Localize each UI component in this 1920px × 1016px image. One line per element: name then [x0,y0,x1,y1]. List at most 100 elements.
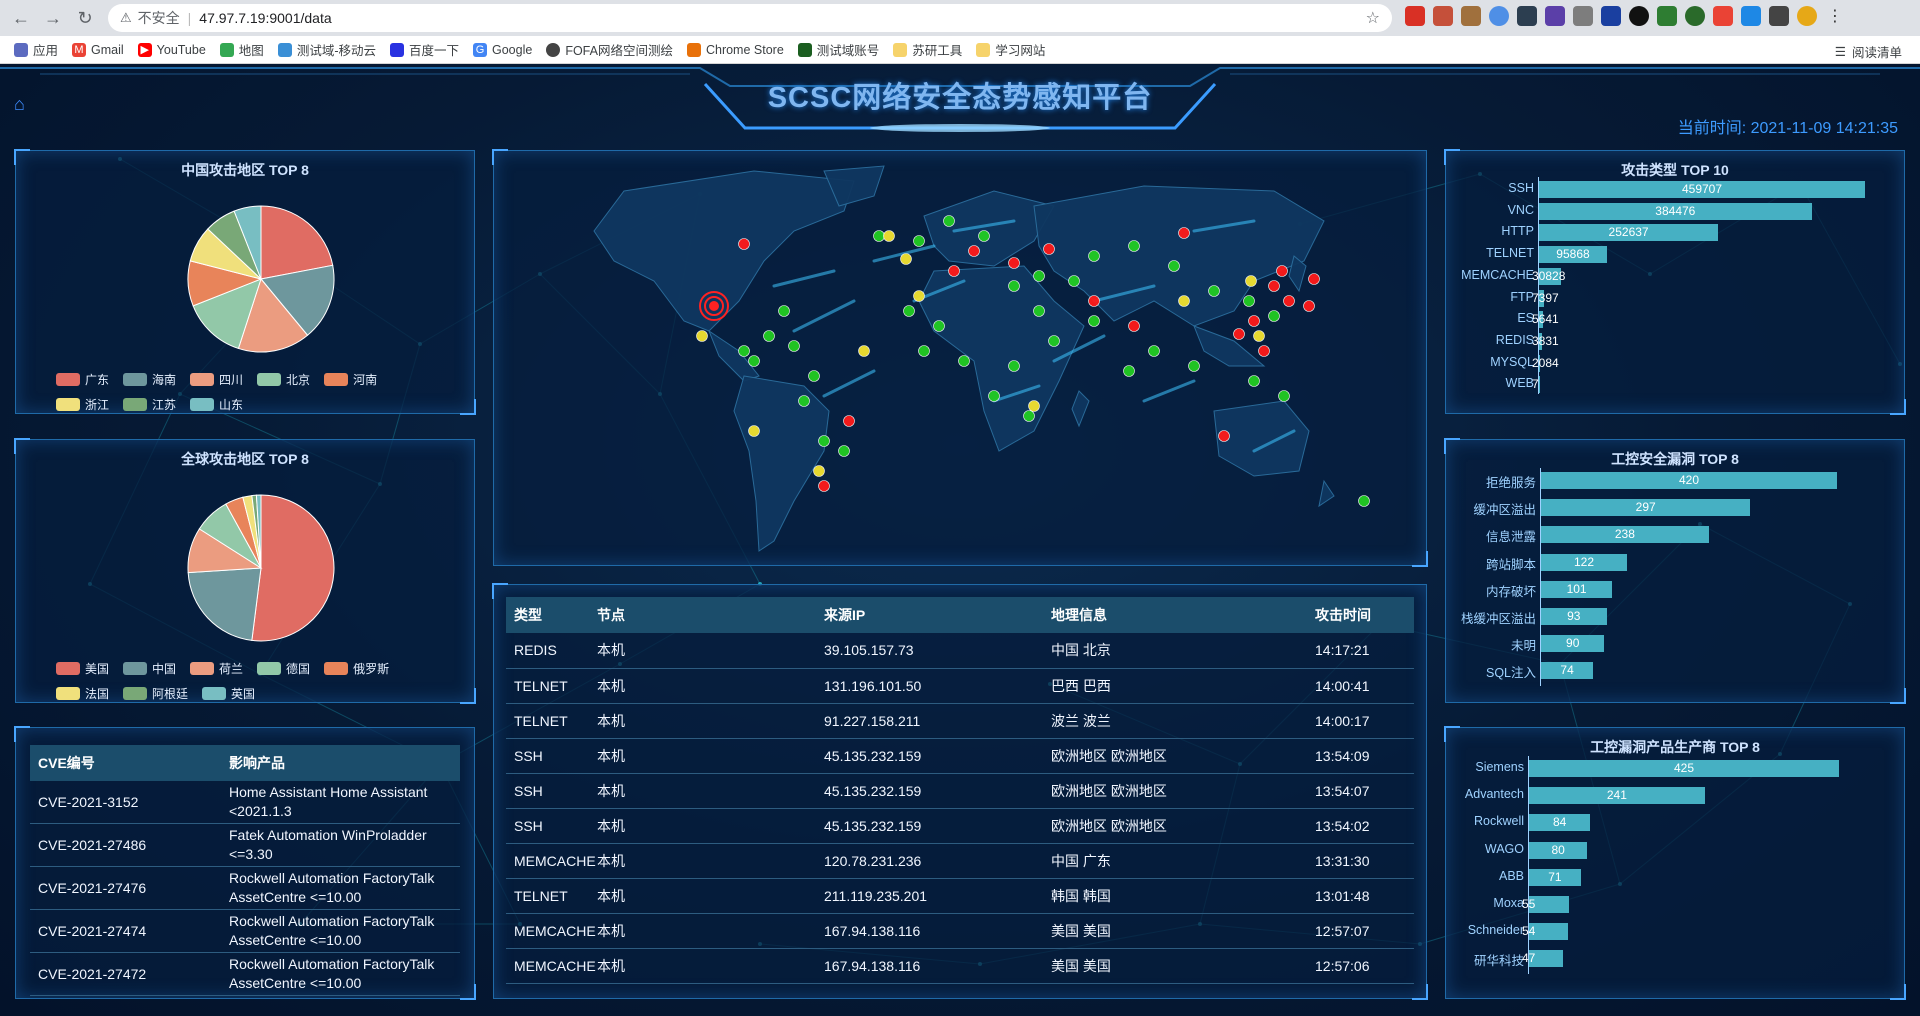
attack-point-low [1033,270,1045,282]
legend-item[interactable]: 德国 [257,660,310,677]
affected-product: Rockwell Automation FactoryTalk AssetCen… [225,952,460,996]
table-row[interactable]: TELNET 本机 131.196.101.50 巴西 巴西 14:00:41 [506,668,1414,704]
bookmark-fofa[interactable]: FOFA网络空间测绘 [546,40,673,59]
table-row[interactable]: CVE-2021-27486 Fatek Automation WinProlad… [30,823,460,867]
attack-point-low [798,395,810,407]
table-header-row: CVE编号 影响产品 [30,745,460,781]
bookmark-folder-tools[interactable]: 苏研工具 [893,40,962,59]
profile-avatar[interactable] [1797,6,1817,26]
extension-icon[interactable] [1601,6,1621,26]
bookmark-apps[interactable]: 应用 [14,40,58,59]
table-row[interactable]: SSH 本机 45.135.232.159 欧洲地区 欧洲地区 13:54:07 [506,773,1414,809]
column-header: 影响产品 [225,745,460,781]
table-row[interactable]: CVE-2021-27472 Rockwell Automation Factor… [30,952,460,996]
legend-item[interactable]: 海南 [123,371,176,388]
security-label[interactable]: 不安全 [138,8,180,28]
table-row[interactable]: CVE-2021-3152 Home Assistant Home Assista… [30,781,460,824]
bookmark-chrome-store[interactable]: Chrome Store [686,42,784,57]
reload-icon[interactable]: ↻ [74,7,96,29]
legend-item[interactable]: 四川 [190,371,243,388]
source-ip: 45.135.232.159 [824,808,1051,844]
bookmark-cloud[interactable]: 测试域-移动云 [277,40,376,59]
bar-value-label: 90 [1566,636,1580,651]
location-extension-icon[interactable] [1489,6,1509,26]
legend-item[interactable]: 荷兰 [190,660,243,677]
table-row[interactable]: MEMCACHE 本机 167.94.138.116 美国 美国 12:57:06 [506,948,1414,984]
table-row[interactable]: SSH 本机 45.135.232.159 欧洲地区 欧洲地区 13:54:09 [506,738,1414,774]
table-row[interactable]: CVE-2021-27476 Rockwell Automation Factor… [30,866,460,910]
puzzle-icon[interactable] [1769,6,1789,26]
extension-icon[interactable] [1517,6,1537,26]
legend-item[interactable]: 广东 [56,371,109,388]
extension-icon[interactable] [1545,6,1565,26]
legend-item[interactable]: 美国 [56,660,109,677]
bookmarks-bar: 应用 M Gmail ▶ YouTube 地图 测试域-移动云 百度一下 G Goog… [0,36,1920,64]
extension-icon[interactable] [1713,6,1733,26]
source-ip: 45.135.232.159 [824,773,1051,809]
legend-item[interactable]: 山东 [190,396,243,413]
extension-icon[interactable] [1741,6,1761,26]
geo-info: 欧洲地区 欧洲地区 [1051,738,1315,774]
back-arrow-icon[interactable]: ← [10,7,32,29]
table-row[interactable]: MEMCACHE 本机 167.94.138.116 美国 美国 12:57:07 [506,913,1414,949]
legend-item[interactable]: 中国 [123,660,176,677]
table-row[interactable]: TELNET 本机 211.119.235.201 韩国 韩国 13:01:48 [506,878,1414,914]
url-text[interactable]: 47.97.7.19:9001/data [199,10,331,26]
table-row[interactable]: MEMCACHE 本机 120.78.231.236 中国 广东 13:31:30 [506,843,1414,879]
node: 本机 [597,878,824,914]
table-row[interactable]: SSH 本机 45.135.232.159 欧洲地区 欧洲地区 13:54:02 [506,808,1414,844]
extension-icon[interactable] [1685,6,1705,26]
attack-point-low [988,390,1000,402]
affected-product: Home Assistant Home Assistant <2021.1.3 [225,781,460,824]
table-row[interactable]: CVE-2021-27474 Rockwell Automation Factor… [30,909,460,953]
attack-log-panel: 类型 节点 来源IP 地理信息 攻击时间 REDIS 本机 39.105.157.7… [492,583,1428,1000]
home-icon[interactable]: ⌂ [14,94,25,115]
folder-icon [976,42,991,57]
menu-dots-icon[interactable]: ⋮ [1825,6,1845,26]
bar-value-label: 54 [1522,924,1536,939]
legend-item[interactable]: 河南 [324,371,377,388]
extension-icon[interactable] [1657,6,1677,26]
dashboard: SCSC网络安全态势感知平台 ⌂ 当前时间: 2021-11-09 14:21:… [0,64,1920,1016]
table-row[interactable]: REDIS 本机 39.105.157.73 中国 北京 14:17:21 [506,633,1414,669]
legend-item[interactable]: 法国 [56,685,109,702]
pie-slice-美国 [251,494,335,642]
extension-icon[interactable] [1573,6,1593,26]
warning-icon[interactable]: ⚠ [120,10,132,26]
bookmark-folder-study[interactable]: 学习网站 [976,40,1045,59]
bookmark-maps[interactable]: 地图 [219,40,264,59]
world-region-panel: 全球攻击地区 TOP 8 美国 中国 荷兰 德国 俄罗斯 法国 阿根廷 英国 [14,438,476,704]
pdf-extension-icon[interactable] [1405,6,1425,26]
legend-item[interactable]: 江苏 [123,396,176,413]
cookie-extension-icon[interactable] [1461,6,1481,26]
bookmark-gmail[interactable]: M Gmail [72,42,124,57]
table-row[interactable]: TELNET 本机 91.227.158.211 波兰 波兰 14:00:17 [506,703,1414,739]
extension-icon[interactable] [1629,6,1649,26]
attack-point-high [968,245,980,257]
legend-item[interactable]: 浙江 [56,396,109,413]
reading-list[interactable]: ☰ 阅读清单 [1835,42,1902,61]
address-bar[interactable]: ⚠ 不安全 | 47.97.7.19:9001/data ☆ [108,4,1392,32]
bookmark-star-icon[interactable]: ☆ [1366,8,1380,28]
bookmark-google[interactable]: G Google [473,42,532,57]
bookmark-youtube[interactable]: ▶ YouTube [137,42,206,57]
extension-icon[interactable] [1433,6,1453,26]
bar-value-label: 241 [1606,788,1627,803]
legend-swatch [190,662,215,675]
legend-item[interactable]: 英国 [202,685,255,702]
affected-product: Fatek Automation WinProladder <=3.30 [225,823,460,867]
world-attack-map[interactable] [494,151,1428,567]
bar[interactable] [1539,376,1540,394]
bar-category-label: 栈缓冲区溢出 [1460,612,1536,626]
attack-point-medium [748,425,760,437]
bar-value-label: 95868 [1556,247,1590,262]
forward-arrow-icon[interactable]: → [42,7,64,29]
bookmark-account[interactable]: 测试域账号 [797,40,879,59]
legend-item[interactable]: 北京 [257,371,310,388]
attack-point-high [1233,328,1245,340]
bookmark-baidu[interactable]: 百度一下 [389,40,459,59]
bar-value-label: 297 [1635,500,1656,515]
attack-point-high [1043,243,1055,255]
legend-item[interactable]: 阿根廷 [123,685,188,702]
legend-item[interactable]: 俄罗斯 [324,660,389,677]
